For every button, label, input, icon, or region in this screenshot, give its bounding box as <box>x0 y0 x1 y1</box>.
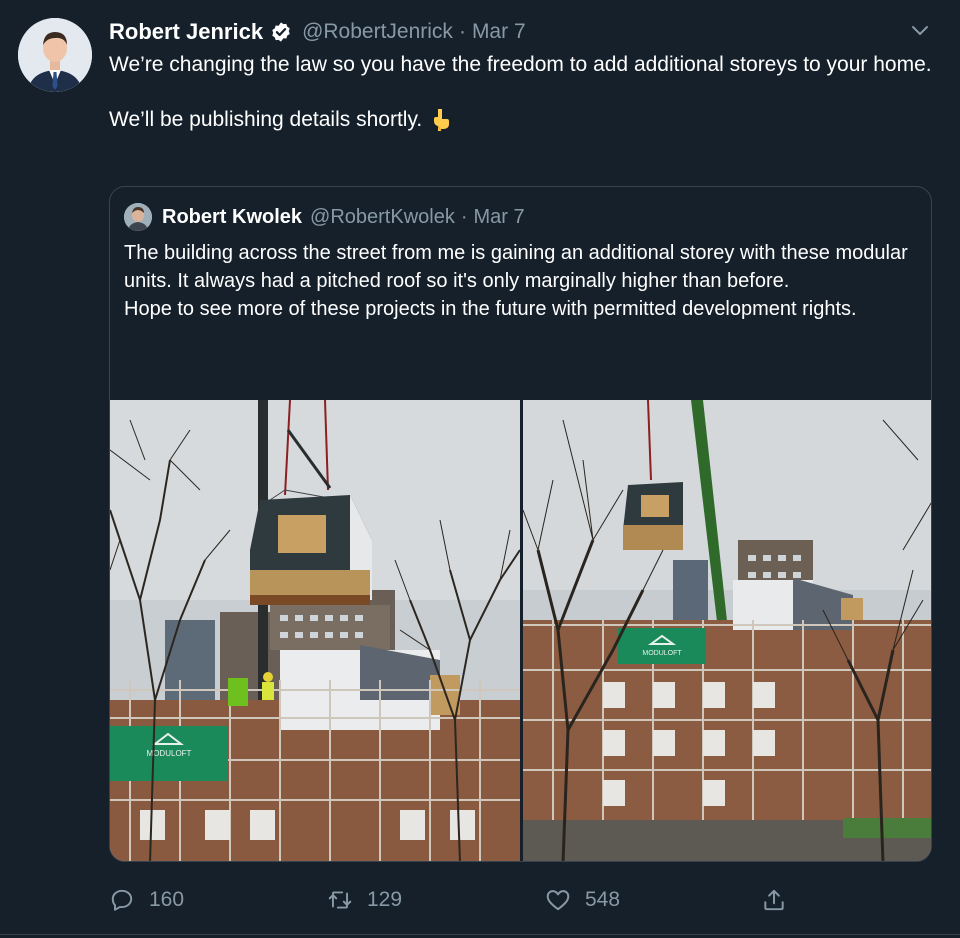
crane-lifting-modular-unit-photo[interactable]: MODULOFT <box>110 400 520 861</box>
reply-count: 160 <box>149 888 185 911</box>
tweet-actions: 160 129 548 <box>109 880 809 920</box>
reply-button[interactable]: 160 <box>109 880 184 920</box>
reply-icon <box>111 889 133 911</box>
share-button[interactable] <box>761 880 787 920</box>
pointing-down-hand-icon <box>428 106 454 132</box>
tweet-text-line-content: We’ll be publishing details shortly. <box>109 108 423 131</box>
chevron-down-icon[interactable] <box>910 22 930 38</box>
author-name[interactable]: Robert Jenrick <box>109 19 263 45</box>
building-with-new-storey-photo[interactable]: MODULOFT <box>523 400 931 861</box>
quoted-author-handle: @RobertKwolek <box>310 205 455 228</box>
quoted-tweet-text-line: Hope to see more of these projects in th… <box>124 298 857 320</box>
tweet-divider <box>0 934 960 935</box>
tweet-date[interactable]: Mar 7 <box>472 20 526 44</box>
retweet-button[interactable]: 129 <box>327 880 402 920</box>
quoted-author-avatar <box>124 203 152 231</box>
quoted-tweet[interactable]: Robert Kwolek @RobertKwolek · Mar 7 The … <box>109 186 932 862</box>
like-button[interactable]: 548 <box>545 880 620 920</box>
tweet-text: We’re changing the law so you have the f… <box>109 50 939 134</box>
retweet-icon <box>328 891 352 909</box>
quoted-tweet-date: Mar 7 <box>473 205 525 228</box>
quoted-tweet-text-line: The building across the street from me i… <box>124 242 908 292</box>
verified-badge-icon <box>270 21 292 43</box>
share-icon <box>764 889 784 911</box>
tweet-text-line: We’ll be publishing details shortly. <box>109 105 939 134</box>
author-avatar[interactable] <box>18 18 92 92</box>
heart-icon <box>546 890 570 911</box>
like-count: 548 <box>585 888 621 911</box>
author-handle[interactable]: @RobertJenrick <box>302 20 453 44</box>
tweet[interactable]: Robert Jenrick @RobertJenrick · Mar 7 We… <box>0 0 960 938</box>
banner-sign-text: MODULOFT <box>642 650 682 657</box>
quoted-tweet-text: The building across the street from me i… <box>124 239 924 323</box>
quoted-tweet-header: Robert Kwolek @RobertKwolek · Mar 7 <box>124 203 525 231</box>
quoted-author-name: Robert Kwolek <box>162 205 303 228</box>
tweet-header: Robert Jenrick @RobertJenrick · Mar 7 <box>109 18 526 46</box>
header-separator: · <box>458 20 466 43</box>
retweet-count: 129 <box>367 888 403 911</box>
quoted-header-separator: · <box>460 205 468 228</box>
photo-grid: MODULOFT MODULOFT <box>110 400 931 861</box>
tweet-text-line: We’re changing the law so you have the f… <box>109 53 932 76</box>
